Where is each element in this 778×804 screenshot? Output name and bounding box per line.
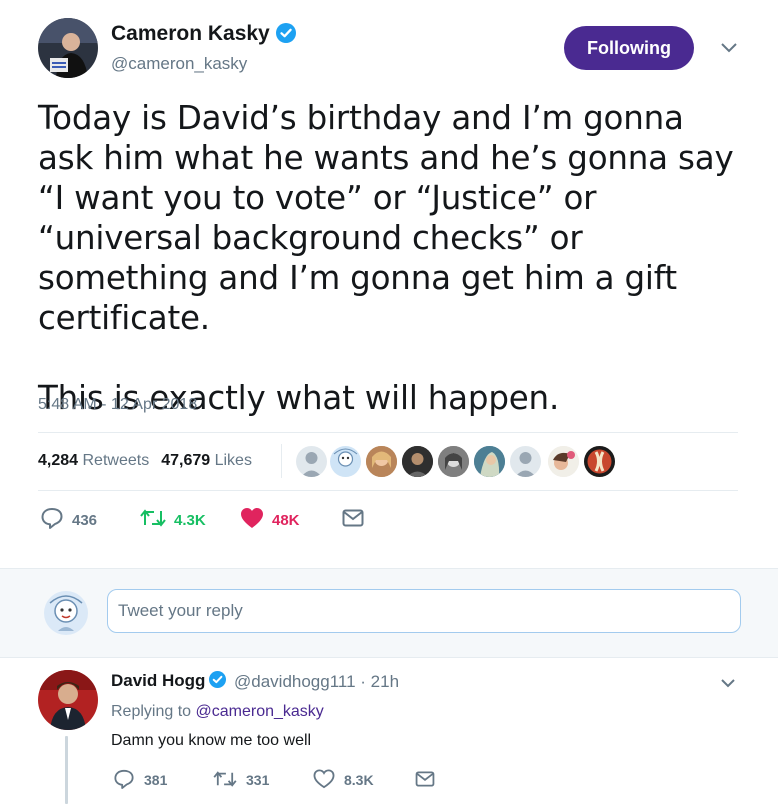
liker-avatar[interactable] — [330, 446, 361, 477]
liker-avatar[interactable] — [402, 446, 433, 477]
retweet-action[interactable]: 4.3K — [140, 508, 206, 532]
reply-reply-action[interactable]: 381 — [113, 769, 167, 791]
chevron-down-icon[interactable] — [720, 40, 738, 54]
retweets-stat[interactable]: 4,284 Retweets — [38, 452, 149, 469]
reply-author-name[interactable]: David Hogg — [111, 671, 227, 693]
reply-composer — [0, 568, 778, 658]
author-avatar[interactable] — [38, 18, 98, 78]
author-name[interactable]: Cameron Kasky — [111, 22, 296, 49]
tweet-paragraph: Today is David’s birthday and I’m gonna … — [38, 99, 734, 337]
retweet-icon — [140, 508, 174, 532]
current-user-avatar[interactable] — [44, 591, 88, 635]
mail-icon — [342, 509, 372, 531]
tweet-text: Today is David’s birthday and I’m gonna … — [38, 98, 738, 418]
reply-input[interactable] — [107, 589, 741, 633]
verified-icon — [275, 23, 296, 49]
tweet-page: Cameron Kasky @cameron_kasky Following T… — [0, 0, 778, 804]
chevron-down-icon[interactable] — [720, 676, 736, 688]
reply-direct-message-action[interactable] — [415, 769, 444, 791]
divider — [281, 444, 282, 478]
replying-to: Replying to @cameron_kasky — [111, 703, 324, 720]
mail-icon — [415, 770, 444, 790]
tweet-stats: 4,284 Retweets 47,679 Likes — [38, 452, 252, 470]
liker-avatar[interactable] — [366, 446, 397, 477]
liker-avatar[interactable] — [548, 446, 579, 477]
replying-to-link[interactable]: @cameron_kasky — [196, 703, 324, 720]
verified-icon — [209, 671, 227, 693]
like-action[interactable]: 48K — [240, 508, 300, 532]
liker-avatar[interactable] — [474, 446, 505, 477]
reply-icon — [40, 507, 72, 533]
reply-action[interactable]: 436 — [40, 508, 97, 532]
heart-icon — [313, 768, 344, 792]
liker-avatar[interactable] — [510, 446, 541, 477]
author-handle[interactable]: @cameron_kasky — [111, 54, 247, 74]
reply-text: Damn you know me too well — [111, 732, 312, 749]
reply-retweet-action[interactable]: 331 — [213, 769, 269, 791]
reply-icon — [113, 769, 144, 792]
reply-like-action[interactable]: 8.3K — [313, 768, 374, 792]
likes-stat[interactable]: 47,679 Likes — [161, 452, 252, 469]
liker-avatar[interactable] — [296, 446, 327, 477]
direct-message-action[interactable] — [342, 508, 372, 532]
heart-icon — [240, 507, 272, 533]
liker-avatar[interactable] — [584, 446, 615, 477]
liker-avatar[interactable] — [438, 446, 469, 477]
reply-author-avatar[interactable] — [38, 670, 98, 730]
divider — [38, 490, 738, 491]
reply-handle-time[interactable]: @davidhogg111 · 21h — [234, 672, 399, 692]
tweet-timestamp[interactable]: 5:48 AM - 12 Apr 2018 — [38, 396, 197, 414]
retweet-icon — [213, 770, 246, 791]
following-button[interactable]: Following — [564, 26, 694, 70]
thread-connector — [65, 736, 68, 804]
divider — [38, 432, 738, 433]
